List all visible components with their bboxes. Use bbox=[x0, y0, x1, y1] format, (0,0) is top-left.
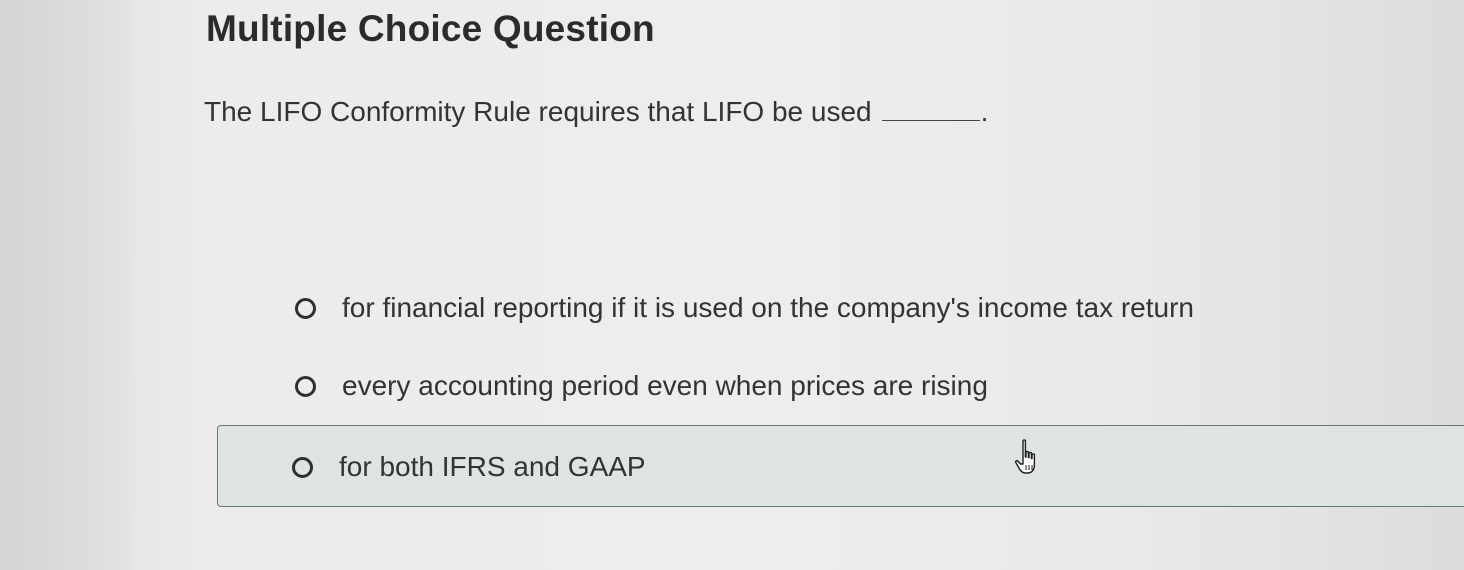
answer-blank bbox=[881, 120, 980, 121]
radio-button-2[interactable] bbox=[295, 375, 316, 397]
radio-button-1[interactable] bbox=[295, 297, 316, 319]
question-text: The LIFO Conformity Rule requires that L… bbox=[204, 96, 872, 127]
answer-option-label[interactable]: every accounting period even when prices… bbox=[342, 370, 988, 402]
answer-option-2[interactable]: every accounting period even when prices… bbox=[295, 360, 988, 412]
radio-button-3[interactable] bbox=[292, 456, 313, 478]
answer-option-3[interactable]: for both IFRS and GAAP bbox=[292, 441, 646, 493]
question-prompt: The LIFO Conformity Rule requires that L… bbox=[204, 96, 988, 128]
answer-option-1[interactable]: for financial reporting if it is used on… bbox=[295, 282, 1194, 334]
answer-option-label[interactable]: for financial reporting if it is used on… bbox=[342, 292, 1194, 324]
hand-pointer-icon bbox=[1014, 439, 1036, 474]
question-end: . bbox=[980, 96, 989, 127]
page-title: Multiple Choice Question bbox=[206, 8, 655, 49]
left-margin-shade bbox=[0, 0, 135, 570]
answer-option-label[interactable]: for both IFRS and GAAP bbox=[339, 451, 646, 483]
